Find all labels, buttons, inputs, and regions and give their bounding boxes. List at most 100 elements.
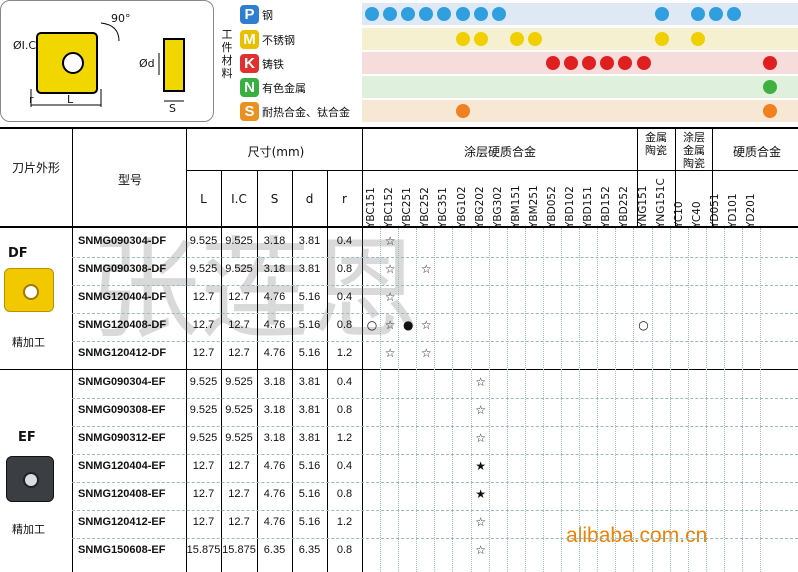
material-row-s: S 耐热合金、钛合金 bbox=[240, 100, 362, 122]
grade-header-yd201: YD201 bbox=[745, 193, 758, 228]
material-code-m: M bbox=[240, 30, 259, 49]
grade-header-yd101: YD101 bbox=[727, 193, 739, 228]
material-code-k: K bbox=[240, 54, 259, 73]
grade-header-ybm251: YBM251 bbox=[527, 185, 540, 228]
grade-mark: ☆ bbox=[475, 431, 486, 445]
dim-r: 0.8 bbox=[336, 319, 353, 331]
model-snmg120408-df: SNMG120408-DF bbox=[78, 319, 167, 331]
grade-col-divider bbox=[416, 228, 418, 572]
dim-ic: 12.7 bbox=[228, 516, 250, 528]
dim-d: 3.81 bbox=[298, 263, 321, 275]
grade-col-divider bbox=[506, 228, 508, 572]
grade-col-divider bbox=[742, 228, 743, 572]
grade-col-divider bbox=[470, 228, 472, 572]
dim-d: 5.16 bbox=[298, 488, 321, 500]
dim-header-3: d bbox=[305, 192, 314, 206]
dim-header-4: r bbox=[342, 192, 347, 206]
model-snmg120412-ef: SNMG120412-EF bbox=[78, 516, 166, 528]
dim-l: 12.7 bbox=[192, 516, 215, 528]
model-snmg150608-ef: SNMG150608-EF bbox=[78, 544, 166, 556]
dim-s: 3.18 bbox=[263, 263, 286, 275]
smiley-icon bbox=[383, 7, 398, 21]
smiley-icon bbox=[365, 7, 379, 21]
grade-col-divider bbox=[561, 228, 562, 572]
dim-l: 9.525 bbox=[189, 263, 218, 275]
dim-l: 9.525 bbox=[189, 376, 218, 388]
grade-header-ybc351: YBC351 bbox=[437, 187, 450, 228]
dim-s: 6.35 bbox=[263, 544, 286, 556]
dim-l: 9.525 bbox=[189, 404, 218, 416]
row-divider bbox=[72, 510, 798, 511]
dim-s: 3.18 bbox=[263, 235, 286, 247]
grade-col-divider bbox=[651, 228, 653, 572]
grades-header-divider bbox=[362, 170, 798, 171]
dim-l: 12.7 bbox=[192, 347, 215, 359]
dim-l: 12.7 bbox=[192, 291, 215, 303]
table-top-border bbox=[0, 127, 798, 129]
smiley-icon bbox=[473, 7, 488, 21]
grade-mark: ○ bbox=[638, 318, 649, 332]
grade-col-divider bbox=[524, 228, 526, 572]
grade-mark: ★ bbox=[475, 487, 486, 501]
grade-header-yc10: YC10 bbox=[672, 201, 685, 228]
grade-col-divider bbox=[542, 228, 544, 572]
model-snmg120408-ef: SNMG120408-EF bbox=[78, 488, 166, 500]
grade-header-ybc151: YBC151 bbox=[365, 187, 377, 228]
dim-ic: 9.525 bbox=[225, 263, 253, 275]
grade-col-divider bbox=[398, 228, 400, 572]
smiley-icon bbox=[636, 56, 651, 70]
dim-r: 0.4 bbox=[336, 460, 353, 472]
dim-col-divider bbox=[257, 170, 258, 572]
material-row-m: M 不锈钢 bbox=[240, 28, 362, 50]
header-cermet: 金属陶瓷 bbox=[645, 131, 667, 157]
material-name-k: 铸铁 bbox=[262, 58, 284, 71]
grade-mark: ☆ bbox=[475, 375, 486, 389]
dim-s: 4.76 bbox=[263, 347, 286, 359]
dim-r: 0.4 bbox=[336, 235, 353, 247]
smiley-icon bbox=[473, 32, 488, 46]
smiley-icon bbox=[727, 7, 741, 21]
dim-header-0: L bbox=[200, 192, 207, 206]
S-label: S bbox=[169, 102, 176, 115]
dim-r: 0.8 bbox=[336, 263, 353, 275]
dim-col-divider bbox=[327, 170, 328, 572]
header-coated-cermet: 涂层金属陶瓷 bbox=[683, 131, 705, 170]
dim-s: 4.76 bbox=[263, 291, 286, 303]
dim-d: 5.16 bbox=[298, 516, 321, 528]
material-code-p: P bbox=[240, 5, 259, 24]
grade-col-divider bbox=[669, 228, 671, 572]
material-row-bg-k bbox=[362, 52, 798, 74]
row-divider bbox=[72, 257, 798, 258]
d-label: Ød bbox=[139, 57, 155, 70]
material-name-s: 耐热合金、钛合金 bbox=[262, 106, 350, 119]
dim-d: 6.35 bbox=[298, 544, 321, 556]
grade-header-ybd102: YBD102 bbox=[564, 186, 577, 228]
dim-ic: 9.525 bbox=[225, 235, 253, 247]
dim-r: 0.8 bbox=[336, 488, 353, 500]
material-row-p: P钢 bbox=[240, 3, 362, 25]
grade-mark: ☆ bbox=[384, 234, 396, 248]
grade-col-divider bbox=[705, 228, 707, 572]
grade-col-divider bbox=[615, 228, 617, 572]
smiley-icon bbox=[509, 32, 524, 46]
smiley-icon bbox=[690, 7, 705, 21]
dim-l: 15.875 bbox=[186, 544, 221, 556]
row-divider bbox=[72, 454, 798, 455]
dim-d: 5.16 bbox=[298, 291, 321, 303]
grade-mark: ☆ bbox=[475, 403, 486, 417]
row-divider bbox=[72, 285, 798, 286]
dim-s: 3.18 bbox=[263, 404, 286, 416]
grade-mark: ○ bbox=[366, 318, 378, 332]
watermark-site: alibaba.com.cn bbox=[566, 524, 708, 547]
group-desc-ef: 精加工 bbox=[12, 523, 45, 536]
row-divider bbox=[72, 398, 798, 399]
r-label: r bbox=[29, 93, 34, 106]
dim-ic: 12.7 bbox=[228, 291, 250, 303]
dim-ic: 12.7 bbox=[228, 319, 250, 331]
material-row-bg-m bbox=[362, 28, 798, 50]
grade-header-yd051: YD051 bbox=[708, 193, 721, 228]
grade-header-ybd152: YBD152 bbox=[600, 186, 613, 228]
dim-s: 4.76 bbox=[263, 319, 286, 331]
row-divider bbox=[72, 538, 798, 539]
model-snmg090308-ef: SNMG090308-EF bbox=[78, 404, 166, 416]
